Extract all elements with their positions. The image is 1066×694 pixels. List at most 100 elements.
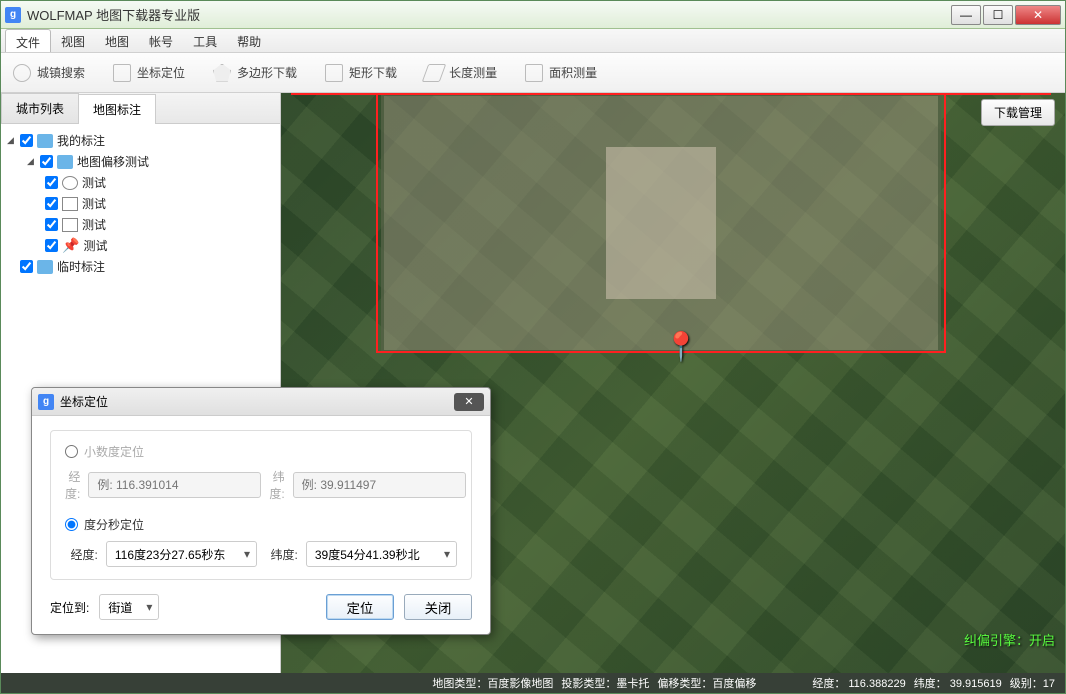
lat-label: 纬度: [265, 546, 298, 563]
dialog-icon: g [38, 394, 54, 410]
combo-value: 39度54分41.39秒北 [315, 546, 420, 563]
tool-label: 多边形下载 [237, 64, 297, 81]
tree-checkbox[interactable] [40, 155, 53, 168]
minimize-button[interactable]: — [951, 5, 981, 25]
tree-node-offset-test[interactable]: ◢ 地图偏移测试 [5, 151, 276, 172]
locate-to-combo[interactable]: 街道 [99, 594, 159, 620]
dms-lat-combo[interactable]: 39度54分41.39秒北 [306, 541, 457, 567]
maximize-button[interactable]: ☐ [983, 5, 1013, 25]
tree-label: 测试 [82, 216, 106, 233]
dialog-close-button[interactable]: ✕ [454, 393, 484, 411]
caret-icon[interactable]: ◢ [25, 156, 36, 167]
radio-input[interactable] [65, 518, 78, 531]
radio-label: 度分秒定位 [84, 516, 144, 533]
tree-label: 测试 [82, 195, 106, 212]
map-pin-icon[interactable]: 📍 [664, 330, 699, 363]
app-window: g WOLFMAP 地图下载器专业版 — ☐ ✕ 文件 视图 地图 帐号 工具 … [0, 0, 1066, 694]
locate-icon [113, 64, 131, 82]
tree-node-test[interactable]: 测试 [5, 172, 276, 193]
close-dialog-button[interactable]: 关闭 [404, 594, 472, 620]
menu-map[interactable]: 地图 [95, 29, 139, 52]
search-icon [13, 64, 31, 82]
tool-label: 城镇搜索 [37, 64, 85, 81]
dialog-title: 坐标定位 [60, 393, 454, 410]
window-controls: — ☐ ✕ [951, 5, 1061, 25]
decimal-lng-input [88, 472, 261, 498]
ruler-icon [422, 64, 447, 82]
window-title: WOLFMAP 地图下载器专业版 [27, 5, 951, 24]
tree-node-test[interactable]: 📌 测试 [5, 235, 276, 256]
rect-icon [325, 64, 343, 82]
dialog-footer: 定位到: 街道 定位 关闭 [50, 594, 472, 620]
title-bar: g WOLFMAP 地图下载器专业版 — ☐ ✕ [1, 1, 1065, 29]
tree-label: 我的标注 [57, 132, 105, 149]
tree-checkbox[interactable] [20, 134, 33, 147]
area-icon [525, 64, 543, 82]
dialog-body: 小数度定位 经度: 纬度: 度分秒定位 经度: 116度23分27.65秒东 纬… [32, 416, 490, 634]
menu-tools[interactable]: 工具 [183, 29, 227, 52]
app-icon: g [5, 7, 21, 23]
tool-coord-locate[interactable]: 坐标定位 [107, 60, 191, 86]
caret-icon[interactable]: ◢ [5, 135, 16, 146]
status-lat: 纬度： 39.915619 [914, 675, 1002, 691]
close-button[interactable]: ✕ [1015, 5, 1061, 25]
selection-rectangle [376, 93, 946, 353]
folder-icon [37, 134, 53, 148]
tree-node-test[interactable]: 测试 [5, 193, 276, 214]
tool-polygon-download[interactable]: 多边形下载 [207, 60, 303, 86]
tree-node-temp-annotations[interactable]: 临时标注 [5, 256, 276, 277]
locate-button[interactable]: 定位 [326, 594, 394, 620]
polygon-shape-icon [62, 176, 78, 190]
folder-icon [57, 155, 73, 169]
tree-checkbox[interactable] [45, 218, 58, 231]
combo-value: 116度23分27.65秒东 [115, 546, 226, 563]
tool-town-search[interactable]: 城镇搜索 [7, 60, 91, 86]
polygon-icon [213, 64, 231, 82]
lng-label: 经度: [65, 468, 80, 502]
radio-input[interactable] [65, 445, 78, 458]
menu-help[interactable]: 帮助 [227, 29, 271, 52]
status-lng: 经度： 116.388229 [812, 675, 905, 691]
decimal-row: 经度: 纬度: [65, 468, 457, 502]
radio-dms[interactable]: 度分秒定位 [65, 516, 457, 533]
dms-lng-combo[interactable]: 116度23分27.65秒东 [106, 541, 257, 567]
lat-label: 纬度: [269, 468, 284, 502]
tree-node-my-annotations[interactable]: ◢ 我的标注 [5, 130, 276, 151]
tool-rect-download[interactable]: 矩形下载 [319, 60, 403, 86]
tab-map-annotation[interactable]: 地图标注 [78, 94, 156, 124]
combo-value: 街道 [108, 599, 132, 616]
download-manager-button[interactable]: 下载管理 [981, 99, 1055, 126]
menu-account[interactable]: 帐号 [139, 29, 183, 52]
tree-checkbox[interactable] [20, 260, 33, 273]
menu-view[interactable]: 视图 [51, 29, 95, 52]
menu-bar: 文件 视图 地图 帐号 工具 帮助 [1, 29, 1065, 53]
decimal-lat-input [293, 472, 466, 498]
status-offset-type: 偏移类型：百度偏移 [657, 675, 756, 691]
tree-node-test[interactable]: 测试 [5, 214, 276, 235]
folder-icon [37, 260, 53, 274]
tool-label: 面积测量 [549, 64, 597, 81]
tree-label: 测试 [82, 174, 106, 191]
menu-file[interactable]: 文件 [5, 29, 51, 52]
pushpin-icon: 📌 [62, 237, 79, 254]
status-bar: 地图类型：百度影像地图 投影类型：墨卡托 偏移类型：百度偏移 经度： 116.3… [1, 673, 1065, 693]
tool-area-measure[interactable]: 面积测量 [519, 60, 603, 86]
tree-label: 临时标注 [57, 258, 105, 275]
radio-label: 小数度定位 [84, 443, 144, 460]
selection-line [291, 93, 1051, 95]
tab-city-list[interactable]: 城市列表 [1, 93, 79, 123]
tree-label: 地图偏移测试 [77, 153, 149, 170]
caret-icon[interactable] [5, 261, 16, 272]
tree-checkbox[interactable] [45, 176, 58, 189]
tool-length-measure[interactable]: 长度测量 [419, 60, 503, 86]
dialog-group: 小数度定位 经度: 纬度: 度分秒定位 经度: 116度23分27.65秒东 纬… [50, 430, 472, 580]
status-level: 级别：17 [1010, 675, 1055, 691]
tree-checkbox[interactable] [45, 197, 58, 210]
tree-label: 测试 [83, 237, 107, 254]
status-map-type: 地图类型：百度影像地图 [432, 675, 553, 691]
rectangle-shape-icon [62, 197, 78, 211]
tool-label: 矩形下载 [349, 64, 397, 81]
dialog-titlebar[interactable]: g 坐标定位 ✕ [32, 388, 490, 416]
radio-decimal[interactable]: 小数度定位 [65, 443, 457, 460]
tree-checkbox[interactable] [45, 239, 58, 252]
